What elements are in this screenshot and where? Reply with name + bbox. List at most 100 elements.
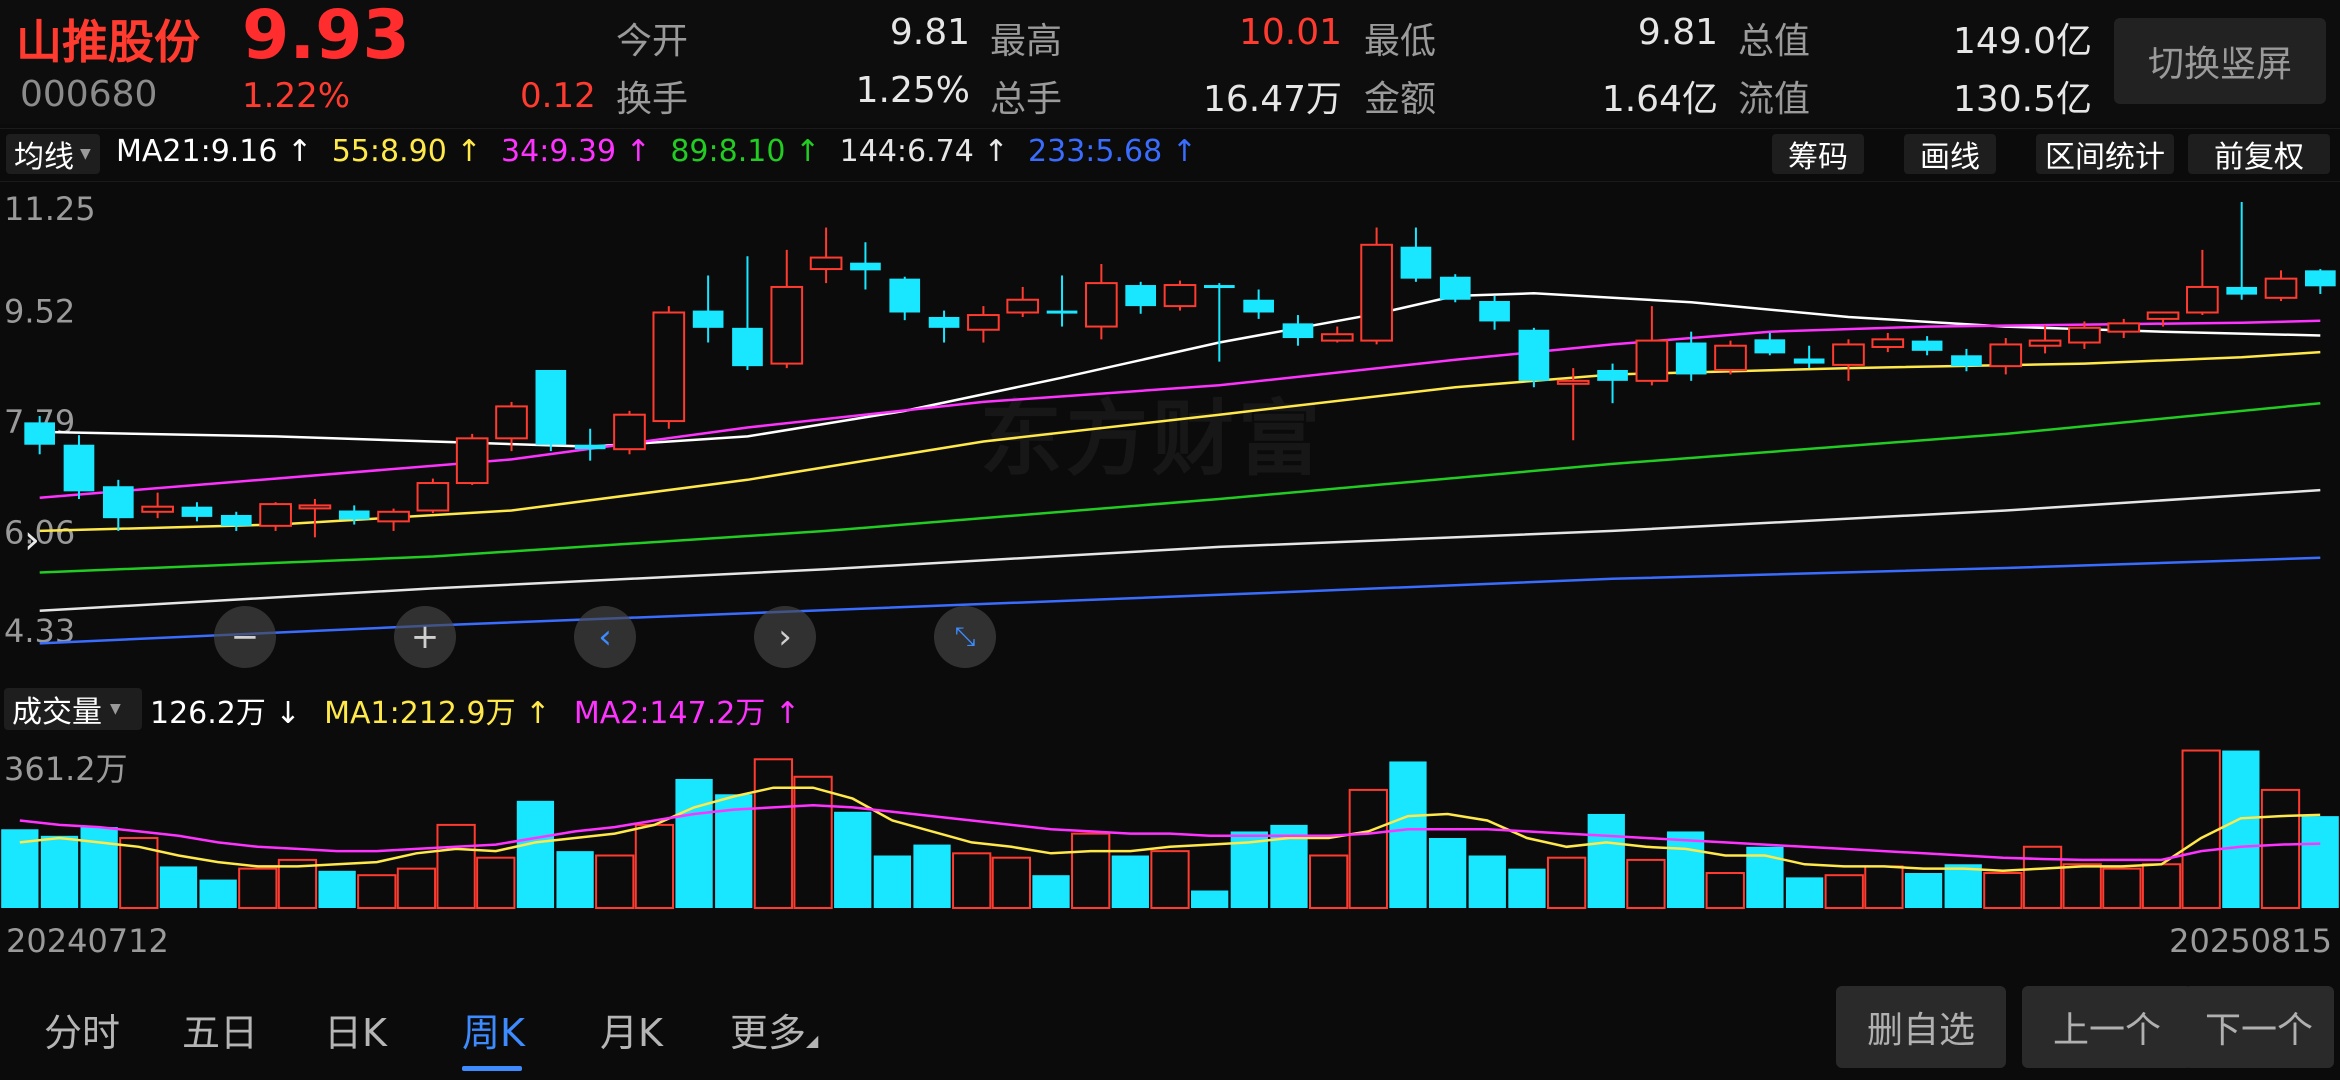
candle [1439,274,1471,303]
candle [967,306,1000,343]
candle-body [1832,343,1865,366]
candle [1125,281,1157,314]
volume-bar [1864,865,1904,909]
candle [1163,280,1197,311]
tab-more[interactable]: 更多◢ [730,1002,818,1057]
volume-bar [159,866,198,908]
candle [1360,227,1393,345]
next-stock-button[interactable]: 下一个 [2184,986,2334,1068]
volume-bar [634,823,675,909]
volume-bar [991,856,1031,909]
candle-body [967,314,1000,331]
ma144-value: 144:6.74 ↑ [839,134,1009,169]
candle-body [2107,322,2141,333]
volume-ma2: MA2:147.2万 ↑ [573,696,800,731]
candle [1597,363,1628,404]
volume-bar [2260,788,2301,910]
volume-bar [2141,863,2182,910]
corner-triangle-icon: ◢ [806,1031,819,1050]
candle-body [928,316,960,328]
volume-selector-dropdown[interactable]: 成交量 ▼ [4,688,142,730]
volume-max-label: 361.2万 [4,750,128,788]
change-amount: 0.12 [520,76,596,116]
candlestick-chart[interactable]: 11.259.527.796.064.33 [0,182,2340,680]
tab-daily-k[interactable]: 日K [324,1002,387,1057]
candle [2186,249,2219,316]
start-date: 20240712 [6,922,169,960]
volume-bar [199,879,237,908]
candle-body [535,369,567,445]
ma-line-233 [39,556,2321,645]
tab-monthly-k[interactable]: 月K [600,1002,663,1057]
switch-portrait-button[interactable]: 切换竖屏 [2114,18,2326,104]
candle [63,435,95,500]
chevron-right-icon[interactable]: › [0,500,64,580]
forward-adjust-button[interactable]: 前复权 [2188,134,2330,175]
ma-line-144 [39,488,2321,613]
ma-selector-label: 均线 [14,140,74,175]
quote-value-turnover: 1.25% [855,70,970,111]
ma233-value: 233:5.68 ↑ [1028,134,1197,169]
price-axis-label: 9.52 [4,293,75,331]
tab-intraday[interactable]: 分时 [44,1002,120,1057]
candle-body [1871,338,1905,348]
volume-bar [2181,749,2221,909]
candle [1400,227,1432,282]
quote-label-open: 今开 [616,21,689,62]
candle [1006,286,1040,317]
volume-bar [1666,831,1705,908]
candle-body [1046,310,1078,314]
previous-stock-button[interactable]: 上一个 [2022,986,2192,1068]
volume-bar [1983,872,2023,909]
volume-bar [80,827,118,908]
candle [1871,332,1905,353]
candle [2028,325,2062,354]
candle-body [692,310,724,328]
volume-bar [1468,855,1506,908]
candle-body [102,486,134,519]
candle [2264,270,2298,302]
chips-button[interactable]: 筹码 [1772,134,1864,175]
candle-body [2186,285,2219,314]
zoom-in-icon[interactable]: + [394,606,456,668]
candle [455,433,489,485]
stock-name[interactable]: 山推股份 [16,6,200,72]
candle [1793,345,1825,369]
candle-body [1479,301,1510,322]
candle [220,511,252,531]
candle [2107,318,2141,339]
quote-label-amount: 金额 [1364,79,1437,120]
volume-chart[interactable]: 361.2万 [0,736,2340,912]
ma-selector-dropdown[interactable]: 均线 ▼ [6,134,100,175]
ma-line-55 [39,350,2321,533]
pan-right-icon[interactable]: › [754,606,816,668]
tab-weekly-k[interactable]: 周K [462,1002,525,1057]
draw-line-button[interactable]: 画线 [1904,134,1996,175]
volume-bar [40,835,79,908]
remove-watchlist-button[interactable]: 删自选 [1836,986,2006,1068]
candle-body [1714,344,1747,371]
quote-label-float-cap: 流值 [1738,79,1811,120]
candle-body [1754,339,1786,354]
tab-five-day[interactable]: 五日 [182,1002,258,1057]
candle-body [1951,355,1982,367]
pan-left-icon[interactable]: ‹ [574,606,636,668]
candle-body [2068,326,2101,344]
collapse-icon[interactable]: ⤡ [934,606,996,668]
volume-bar [1428,838,1467,908]
ma89-value: 89:8.10 ↑ [670,134,821,169]
quote-value-total-cap: 149.0亿 [1952,21,2092,62]
volume-bar [1191,890,1229,908]
candle [1518,327,1550,388]
candle [377,508,410,531]
zoom-out-icon[interactable]: − [214,606,276,668]
candle-body [24,422,55,445]
candle [928,310,960,343]
range-stats-button[interactable]: 区间统计 [2036,134,2174,175]
volume-bar [2022,845,2063,909]
candle-body [495,405,528,440]
quote-value-low: 9.81 [1637,12,1718,53]
ma34-value: 34:9.39 ↑ [501,134,651,169]
candle-body [220,514,252,526]
candle-body [1911,340,1943,351]
